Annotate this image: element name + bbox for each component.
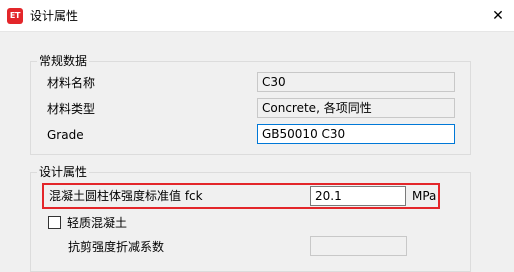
- shear-reduction-label: 抗剪强度折减系数: [68, 240, 165, 254]
- dialog-body: 常规数据 材料名称 C30 材料类型 Concrete, 各项同性 Grade …: [0, 32, 514, 272]
- grade-field[interactable]: GB50010 C30: [257, 124, 455, 144]
- close-button[interactable]: ✕: [484, 2, 512, 30]
- window-title: 设计属性: [30, 9, 79, 23]
- title-bar: ET 设计属性 ✕: [0, 0, 514, 32]
- general-data-group-title: 常规数据: [37, 53, 90, 69]
- app-logo-icon: ET: [7, 8, 23, 24]
- material-name-field: C30: [257, 72, 455, 92]
- material-type-label: 材料类型: [47, 102, 96, 116]
- material-name-label: 材料名称: [47, 76, 96, 90]
- fck-input[interactable]: 20.1: [310, 186, 406, 206]
- grade-label: Grade: [47, 128, 84, 142]
- fck-unit-label: MPa: [412, 189, 437, 203]
- material-type-field: Concrete, 各项同性: [257, 98, 455, 118]
- shear-reduction-field: [310, 236, 407, 256]
- lightweight-concrete-checkbox[interactable]: [48, 216, 61, 229]
- design-properties-group-title: 设计属性: [37, 164, 90, 180]
- fck-label: 混凝土圆柱体强度标准值 fck: [49, 189, 203, 203]
- lightweight-concrete-label[interactable]: 轻质混凝土: [67, 216, 127, 230]
